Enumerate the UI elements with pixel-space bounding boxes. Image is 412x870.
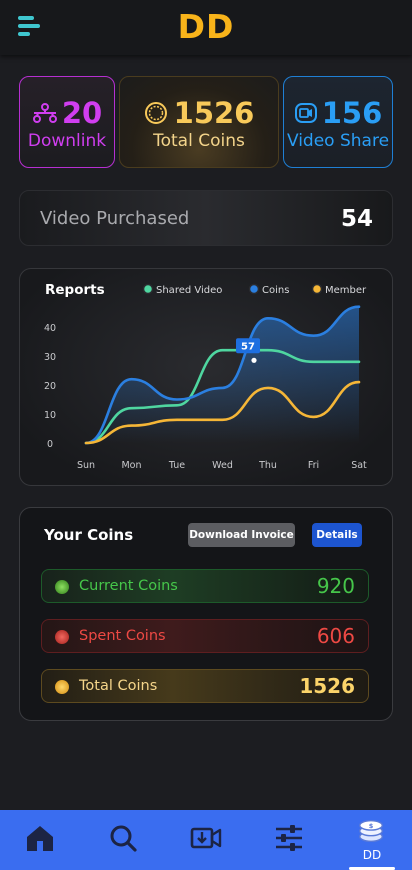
video-purchased-value: 54 bbox=[340, 206, 373, 232]
y-tick-label: 30 bbox=[44, 352, 56, 363]
video-share-card[interactable]: 156 Video Share bbox=[283, 76, 393, 168]
x-tick-label: Sat bbox=[351, 460, 367, 471]
total-coins-label: Total Coins bbox=[153, 131, 245, 151]
legend-marker bbox=[311, 283, 323, 295]
video-upload-icon[interactable] bbox=[190, 822, 222, 854]
red-coin-icon bbox=[55, 630, 69, 644]
nav-active-label: DD bbox=[362, 848, 382, 862]
spent-coins-value: 606 bbox=[316, 624, 355, 648]
video-purchased-card[interactable]: Video Purchased 54 bbox=[19, 190, 393, 246]
x-tick-label: Mon bbox=[121, 460, 141, 471]
green-coin-icon bbox=[55, 580, 69, 594]
x-tick-label: Wed bbox=[212, 460, 233, 471]
home-icon[interactable] bbox=[24, 822, 56, 854]
y-tick-label: 20 bbox=[44, 381, 56, 392]
legend-label: Member bbox=[325, 285, 367, 296]
sliders-icon[interactable] bbox=[273, 822, 305, 854]
chart-y-axis: 0 10 20 30 40 bbox=[44, 323, 56, 450]
x-tick-label: Sun bbox=[77, 460, 95, 471]
tooltip-value: 57 bbox=[241, 341, 255, 352]
x-tick-label: Tue bbox=[168, 460, 185, 471]
legend-marker bbox=[142, 283, 154, 295]
video-share-label: Video Share bbox=[286, 131, 390, 151]
x-tick-label: Thu bbox=[258, 460, 277, 471]
gold-coin-icon bbox=[55, 680, 69, 694]
app-header: DD bbox=[0, 0, 412, 55]
reports-chart: Reports Shared Video Coins Member 0 10 20 30 4… bbox=[44, 282, 367, 471]
tooltip-marker bbox=[251, 357, 257, 363]
chart-legend: Shared Video Coins Member bbox=[142, 283, 367, 296]
downlink-label: Downlink bbox=[27, 131, 107, 151]
downlink-card[interactable]: 20 Downlink bbox=[19, 76, 115, 168]
video-purchased-label: Video Purchased bbox=[40, 208, 190, 229]
current-coins-row: Current Coins 920 bbox=[41, 569, 369, 603]
current-coins-label: Current Coins bbox=[79, 578, 178, 594]
legend-marker bbox=[248, 283, 260, 295]
bottom-nav: $ DD bbox=[0, 810, 412, 870]
y-tick-label: 10 bbox=[44, 410, 56, 421]
app-logo: DD bbox=[177, 7, 235, 46]
video-share-icon bbox=[294, 103, 317, 123]
chart-x-axis: Sun Mon Tue Wed Thu Fri Sat bbox=[77, 460, 367, 471]
current-coins-value: 920 bbox=[316, 574, 355, 598]
total-coins-row-label: Total Coins bbox=[79, 678, 158, 694]
y-tick-label: 40 bbox=[44, 323, 56, 334]
total-coins-row-value: 1526 bbox=[299, 674, 355, 698]
your-coins-card: Your Coins Download Invoice Details Curr… bbox=[19, 507, 393, 721]
legend-label: Coins bbox=[262, 285, 289, 296]
search-icon[interactable] bbox=[107, 822, 139, 854]
total-coins-card[interactable]: 1526 Total Coins bbox=[119, 76, 279, 168]
details-button[interactable]: Details bbox=[312, 523, 362, 547]
x-tick-label: Fri bbox=[308, 460, 319, 471]
video-share-value: 156 bbox=[321, 96, 383, 130]
coin-icon bbox=[144, 102, 167, 124]
y-tick-label: 0 bbox=[47, 439, 53, 450]
downlink-icon bbox=[32, 103, 57, 123]
your-coins-title: Your Coins bbox=[44, 526, 134, 544]
spent-coins-row: Spent Coins 606 bbox=[41, 619, 369, 653]
legend-label: Shared Video bbox=[156, 285, 222, 296]
svg-text:$: $ bbox=[369, 822, 374, 830]
chart-title: Reports bbox=[45, 282, 105, 298]
download-invoice-button[interactable]: Download Invoice bbox=[188, 523, 295, 547]
coins-area-fill bbox=[86, 306, 359, 443]
total-coins-value: 1526 bbox=[173, 96, 255, 130]
reports-card: Reports Shared Video Coins Member 0 10 20 30 4… bbox=[19, 268, 393, 486]
coins-stack-icon[interactable]: $ bbox=[356, 816, 386, 846]
total-coins-row: Total Coins 1526 bbox=[41, 669, 369, 703]
spent-coins-label: Spent Coins bbox=[79, 628, 166, 644]
downlink-value: 20 bbox=[61, 96, 103, 130]
